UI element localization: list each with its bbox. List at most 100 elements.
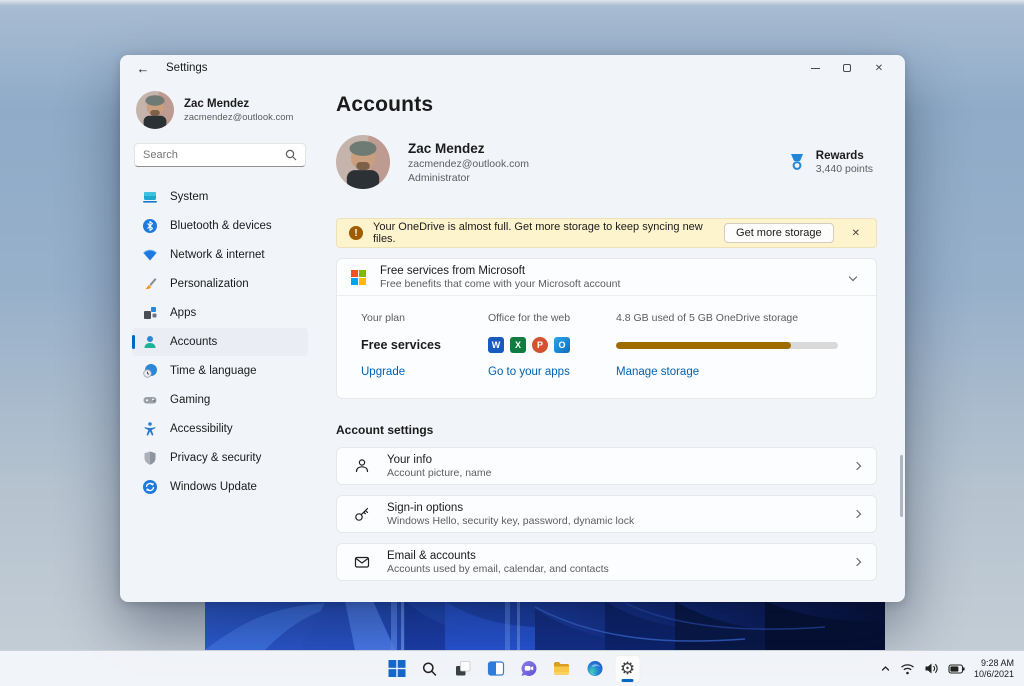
tray-volume-icon[interactable] [924, 662, 939, 675]
back-icon[interactable]: ← [134, 61, 152, 76]
expander-subtitle: Free benefits that come with your Micros… [380, 277, 621, 290]
main-panel: Accounts Zac Mendez zacmendez@outlook.co… [316, 81, 905, 602]
file-explorer-button[interactable] [549, 655, 575, 683]
tray-time: 9:28 AM [980, 657, 1014, 668]
onedrive-banner: ! Your OneDrive is almost full. Get more… [336, 218, 877, 248]
avatar-large [336, 135, 390, 189]
expander-header[interactable]: Free services from Microsoft Free benefi… [337, 259, 876, 295]
setting-subtitle: Account picture, name [387, 466, 492, 479]
search-input[interactable] [143, 149, 285, 161]
chat-icon [521, 661, 536, 676]
minimize-button[interactable] [799, 55, 831, 81]
search-icon [285, 149, 297, 161]
sidebar-item-apps[interactable]: Apps [132, 299, 308, 327]
rewards-label: Rewards [815, 149, 864, 162]
your-info-row[interactable]: Your info Account picture, name [336, 447, 877, 485]
section-title: Account settings [336, 423, 434, 437]
system-icon [142, 189, 158, 205]
scrollbar-thumb[interactable] [900, 455, 903, 517]
sidebar-item-system[interactable]: System [132, 183, 308, 211]
sidebar-item-label: Time & language [170, 365, 257, 377]
maximize-button[interactable] [831, 55, 863, 81]
expander-title: Free services from Microsoft [380, 264, 526, 277]
chat-button[interactable] [516, 655, 542, 683]
rewards-medal-icon [790, 154, 803, 170]
sidebar-profile[interactable]: Zac Mendez zacmendez@outlook.com [132, 89, 308, 141]
tray-wifi-icon[interactable] [900, 663, 915, 675]
edge-button[interactable] [582, 655, 608, 683]
taskbar-search-button[interactable] [417, 655, 443, 683]
sidebar-item-label: Privacy & security [170, 452, 262, 464]
profile-role: Administrator [408, 171, 470, 184]
mail-icon [353, 553, 371, 571]
get-more-storage-button[interactable]: Get more storage [724, 223, 834, 243]
outlook-icon[interactable]: O [554, 337, 570, 353]
person-icon [142, 334, 158, 350]
email-accounts-row[interactable]: Email & accounts Accounts used by email,… [336, 543, 877, 581]
sidebar-item-accounts[interactable]: Accounts [132, 328, 308, 356]
window-title: Settings [166, 62, 208, 74]
go-to-apps-link[interactable]: Go to your apps [488, 366, 616, 378]
person-outline-icon [353, 457, 371, 475]
avatar [136, 91, 174, 129]
chevron-right-icon [852, 509, 862, 519]
tray-clock[interactable]: 9:28 AM 10/6/2021 [974, 658, 1014, 680]
bluetooth-icon [142, 218, 158, 234]
plan-label: Your plan [361, 312, 405, 324]
sidebar-item-label: Gaming [170, 394, 211, 406]
wallpaper-bloom [205, 601, 885, 650]
sign-in-options-row[interactable]: Sign-in options Windows Hello, security … [336, 495, 877, 533]
banner-text: Your OneDrive is almost full. Get more s… [373, 221, 703, 245]
excel-icon[interactable]: X [510, 337, 526, 353]
task-view-icon [455, 661, 470, 676]
sidebar-item-time-language[interactable]: Time & language [132, 357, 308, 385]
office-label: Office for the web [488, 312, 571, 324]
account-profile: Zac Mendez zacmendez@outlook.com Adminis… [336, 135, 877, 189]
manage-storage-link[interactable]: Manage storage [616, 366, 860, 378]
sidebar-item-label: Personalization [170, 278, 249, 290]
settings-button[interactable]: ⚙ [614, 654, 641, 683]
close-button[interactable]: ✕ [863, 55, 895, 81]
storage-progress-fill [616, 341, 792, 349]
windows-start-icon [388, 660, 405, 677]
banner-close-icon[interactable]: ✕ [844, 228, 868, 239]
update-icon [142, 479, 158, 495]
tray-chevron-up-icon[interactable] [880, 663, 891, 674]
storage-label: 4.8 GB used of 5 GB OneDrive storage [616, 312, 799, 324]
storage-progress [616, 341, 838, 349]
upgrade-link[interactable]: Upgrade [361, 366, 488, 378]
titlebar: ← Settings ✕ [120, 55, 905, 81]
sidebar-item-accessibility[interactable]: Accessibility [132, 415, 308, 443]
start-button[interactable] [384, 655, 410, 683]
sidebar-item-bluetooth-devices[interactable]: Bluetooth & devices [132, 212, 308, 240]
powerpoint-icon[interactable]: P [532, 337, 548, 353]
wifi-icon [142, 247, 158, 263]
word-icon[interactable]: W [488, 337, 504, 353]
setting-subtitle: Accounts used by email, calendar, and co… [387, 562, 609, 575]
plan-value: Free services [361, 338, 441, 352]
sidebar-item-gaming[interactable]: Gaming [132, 386, 308, 414]
setting-subtitle: Windows Hello, security key, password, d… [387, 514, 635, 527]
gamepad-icon [142, 392, 158, 408]
sidebar-item-privacy-security[interactable]: Privacy & security [132, 444, 308, 472]
sidebar-item-windows-update[interactable]: Windows Update [132, 473, 308, 501]
sidebar-item-network-internet[interactable]: Network & internet [132, 241, 308, 269]
search-box[interactable] [134, 143, 306, 167]
sidebar-user-email: zacmendez@outlook.com [184, 111, 294, 123]
minimize-icon [810, 67, 820, 69]
task-view-button[interactable] [450, 655, 476, 683]
sidebar-item-label: Accessibility [170, 423, 233, 435]
sidebar-item-personalization[interactable]: Personalization [132, 270, 308, 298]
chevron-right-icon [852, 557, 862, 567]
microsoft-logo-icon [351, 269, 366, 285]
tray-battery-icon[interactable] [948, 663, 965, 674]
rewards-points: 3,440 points [815, 162, 873, 175]
widgets-icon [487, 661, 504, 676]
widgets-button[interactable] [483, 655, 509, 683]
settings-window: ← Settings ✕ Zac Mendez zacmendez@outloo… [120, 55, 905, 602]
rewards-block[interactable]: Rewards 3,440 points [787, 150, 873, 175]
sidebar: Zac Mendez zacmendez@outlook.com System [120, 81, 316, 602]
chevron-down-icon[interactable] [848, 272, 858, 282]
sidebar-item-label: System [170, 191, 209, 203]
sidebar-item-label: Apps [170, 307, 197, 319]
